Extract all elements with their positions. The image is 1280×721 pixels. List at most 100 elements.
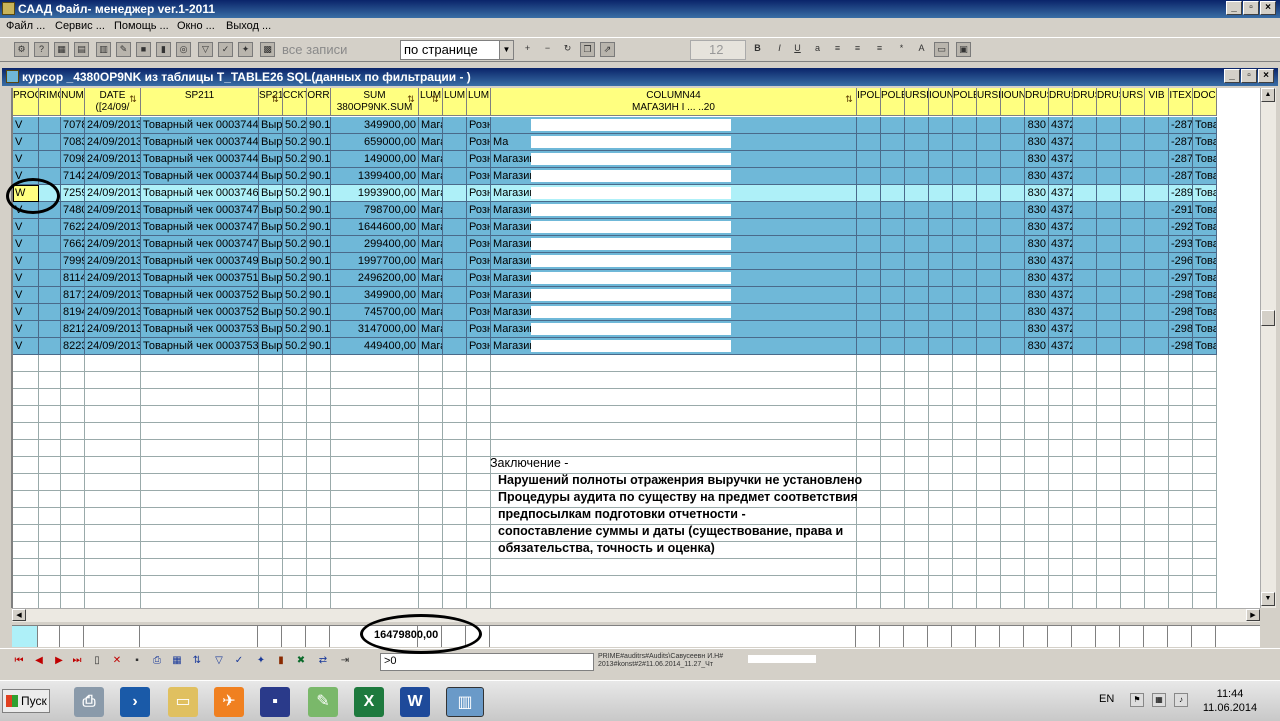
table-cell[interactable]: [1097, 304, 1121, 321]
table-cell[interactable]: [1073, 219, 1097, 236]
menu-help[interactable]: Помощь ...: [114, 20, 169, 32]
table-cell[interactable]: [881, 185, 905, 202]
copy-icon[interactable]: ❐: [580, 42, 595, 57]
table-cell[interactable]: [1001, 117, 1025, 134]
table-cell[interactable]: [1001, 270, 1025, 287]
print-icon[interactable]: ⎙: [150, 654, 164, 668]
table-cell[interactable]: [39, 287, 61, 304]
table-cell[interactable]: [977, 304, 1001, 321]
table-cell[interactable]: [881, 304, 905, 321]
scroll-down-icon[interactable]: ▼: [1261, 592, 1275, 606]
column-header-urs1[interactable]: URSI: [905, 88, 929, 116]
table-cell[interactable]: [977, 270, 1001, 287]
scroll-thumb[interactable]: [1261, 310, 1275, 326]
table-cell[interactable]: [443, 253, 467, 270]
table-cell[interactable]: [977, 134, 1001, 151]
table-cell[interactable]: [953, 304, 977, 321]
table-cell[interactable]: [1145, 270, 1169, 287]
table-cell[interactable]: [905, 236, 929, 253]
table-cell[interactable]: [443, 321, 467, 338]
scroll-left-icon[interactable]: ◀: [12, 609, 26, 621]
italic-icon[interactable]: I: [772, 42, 787, 57]
table-cell[interactable]: [857, 304, 881, 321]
printer-app-icon[interactable]: ⎙: [74, 687, 104, 717]
powershell-icon[interactable]: ›: [120, 687, 150, 717]
table-cell[interactable]: [905, 338, 929, 355]
table-cell[interactable]: [1073, 117, 1097, 134]
table-cell[interactable]: [1097, 134, 1121, 151]
table-cell[interactable]: [905, 134, 929, 151]
strike-icon[interactable]: a: [810, 42, 825, 57]
table-row[interactable]: V 8114 24/09/2013 Товарный чек 00037514 Выр 5…: [13, 270, 1260, 287]
column-header-urs2[interactable]: URSI: [977, 88, 1001, 116]
maximize-button[interactable]: ▫: [1243, 1, 1259, 15]
table-cell[interactable]: [1121, 202, 1145, 219]
table-cell[interactable]: [905, 117, 929, 134]
table-cell[interactable]: [1121, 304, 1145, 321]
table-cell[interactable]: [881, 168, 905, 185]
table-cell[interactable]: [1073, 338, 1097, 355]
table-cell[interactable]: [1097, 287, 1121, 304]
column-header-col44[interactable]: COLUMN44 МАГАЗИН I ... ..20 ⇅: [491, 88, 857, 116]
table-cell[interactable]: [1145, 321, 1169, 338]
binoculars-icon[interactable]: ◎: [176, 42, 191, 57]
table-row[interactable]: V 799924/09/2013Товарный чек 00037496Выр5…: [13, 253, 1260, 270]
table-row[interactable]: V 708324/09/2013Товарный чек 00037444Выр5…: [13, 134, 1260, 151]
table-cell[interactable]: [881, 253, 905, 270]
inner-close-button[interactable]: ×: [1258, 69, 1274, 83]
table-cell[interactable]: [977, 219, 1001, 236]
table-cell[interactable]: [905, 321, 929, 338]
save-icon[interactable]: ▪: [130, 654, 144, 668]
sort-icon[interactable]: ⇅: [406, 94, 416, 104]
table-cell[interactable]: [1001, 321, 1025, 338]
column-header-drus1[interactable]: DRUS: [1025, 88, 1049, 116]
word-icon[interactable]: W: [400, 687, 430, 717]
table-cell[interactable]: [1145, 185, 1169, 202]
refresh-icon[interactable]: ↻: [560, 42, 575, 57]
table-row[interactable]: V 821224/09/2013Товарный чек 00037530Выр5…: [13, 321, 1260, 338]
filter-expression-input[interactable]: >0: [380, 653, 594, 671]
prev-record-icon[interactable]: ◀: [32, 654, 46, 668]
table-cell[interactable]: [857, 270, 881, 287]
table-cell[interactable]: [929, 117, 953, 134]
table-cell[interactable]: [1121, 185, 1145, 202]
column-header-urs3[interactable]: URS: [1121, 88, 1145, 116]
column-header-sum[interactable]: SUM 380OP9NK.SUM ⇅: [331, 88, 419, 116]
delete-record-icon[interactable]: ✕: [110, 654, 124, 668]
table-cell[interactable]: [1001, 219, 1025, 236]
table-cell[interactable]: [881, 151, 905, 168]
table-cell[interactable]: [1145, 287, 1169, 304]
sort-icon[interactable]: ⇅: [844, 94, 854, 104]
table-cell[interactable]: [1073, 185, 1097, 202]
table-cell[interactable]: [1073, 304, 1097, 321]
table-cell[interactable]: [1121, 117, 1145, 134]
column-header-acc[interactable]: ССКТ: [283, 88, 307, 116]
table-cell[interactable]: [857, 168, 881, 185]
table-cell[interactable]: [443, 134, 467, 151]
table-cell[interactable]: [1073, 287, 1097, 304]
table-cell[interactable]: [953, 168, 977, 185]
table-cell[interactable]: [39, 253, 61, 270]
chevron-down-icon[interactable]: ▼: [499, 41, 513, 59]
table-cell[interactable]: [857, 321, 881, 338]
column-header-drus3[interactable]: DRUS: [1073, 88, 1097, 116]
table-cell[interactable]: [977, 321, 1001, 338]
column-header-num[interactable]: NUM: [61, 88, 85, 116]
column-header-sp211[interactable]: SP211: [141, 88, 259, 116]
table-cell[interactable]: [953, 185, 977, 202]
table-cell[interactable]: [953, 202, 977, 219]
table-cell[interactable]: [929, 321, 953, 338]
table-cell[interactable]: [39, 236, 61, 253]
table-cell[interactable]: [905, 270, 929, 287]
table-row[interactable]: V 766224/09/2013Товарный чек 00037479Выр5…: [13, 236, 1260, 253]
table-cell[interactable]: [1073, 168, 1097, 185]
sort-icon[interactable]: ⇅: [430, 94, 440, 104]
table-cell[interactable]: [1097, 151, 1121, 168]
fill-color-icon[interactable]: ▭: [934, 42, 949, 57]
table-cell[interactable]: [881, 117, 905, 134]
volume-icon[interactable]: ♪: [1174, 693, 1188, 707]
table-cell[interactable]: [39, 134, 61, 151]
table-cell[interactable]: [857, 338, 881, 355]
table-cell[interactable]: [443, 270, 467, 287]
table-cell[interactable]: [857, 185, 881, 202]
